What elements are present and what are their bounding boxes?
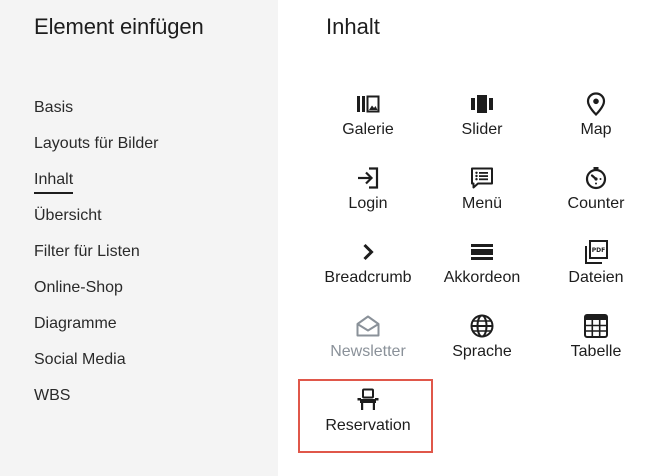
chevron-right-icon [354, 238, 382, 266]
chair-icon [354, 386, 382, 414]
tile-tabelle[interactable]: Tabelle [539, 305, 649, 379]
counter-icon [582, 164, 610, 192]
tile-galerie[interactable]: Galerie [311, 83, 425, 157]
tile-map[interactable]: Map [539, 83, 649, 157]
sidebar-item-online-shop[interactable]: Online-Shop [34, 279, 159, 315]
accordion-icon [468, 238, 496, 266]
sidebar-nav: Basis Layouts für Bilder Inhalt Übersich… [34, 99, 159, 423]
pdf-file-icon: PDF [582, 238, 610, 266]
gallery-icon [354, 90, 382, 118]
tile-akkordeon[interactable]: Akkordeon [425, 231, 539, 305]
sidebar-item-basis[interactable]: Basis [34, 99, 159, 135]
map-pin-icon [582, 90, 610, 118]
sidebar: Element einfügen Basis Layouts für Bilde… [0, 0, 278, 476]
sidebar-item-diagramme[interactable]: Diagramme [34, 315, 159, 351]
svg-text:PDF: PDF [592, 247, 605, 254]
tile-breadcrumb[interactable]: Breadcrumb [311, 231, 425, 305]
tile-sprache[interactable]: Sprache [425, 305, 539, 379]
page-title: Inhalt [326, 14, 380, 39]
slider-icon [468, 90, 496, 118]
tile-login[interactable]: Login [311, 157, 425, 231]
menu-icon [468, 164, 496, 192]
sidebar-item-inhalt[interactable]: Inhalt [34, 171, 159, 207]
envelope-open-icon [354, 312, 382, 340]
sidebar-title: Element einfügen [34, 14, 204, 39]
sidebar-item-social-media[interactable]: Social Media [34, 351, 159, 387]
table-icon [582, 312, 610, 340]
sidebar-item-layouts-fuer-bilder[interactable]: Layouts für Bilder [34, 135, 159, 171]
tile-newsletter[interactable]: Newsletter [311, 305, 425, 379]
tile-counter[interactable]: Counter [539, 157, 649, 231]
tile-dateien[interactable]: PDF Dateien [539, 231, 649, 305]
tile-reservation[interactable]: Reservation [298, 379, 433, 453]
globe-icon [468, 312, 496, 340]
sidebar-item-filter-fuer-listen[interactable]: Filter für Listen [34, 243, 159, 279]
tile-menue[interactable]: Menü [425, 157, 539, 231]
sidebar-item-uebersicht[interactable]: Übersicht [34, 207, 159, 243]
element-grid: Galerie Slider Map Login Menü Counter Br… [298, 83, 649, 453]
tile-slider[interactable]: Slider [425, 83, 539, 157]
login-icon [354, 164, 382, 192]
sidebar-item-wbs[interactable]: WBS [34, 387, 159, 423]
